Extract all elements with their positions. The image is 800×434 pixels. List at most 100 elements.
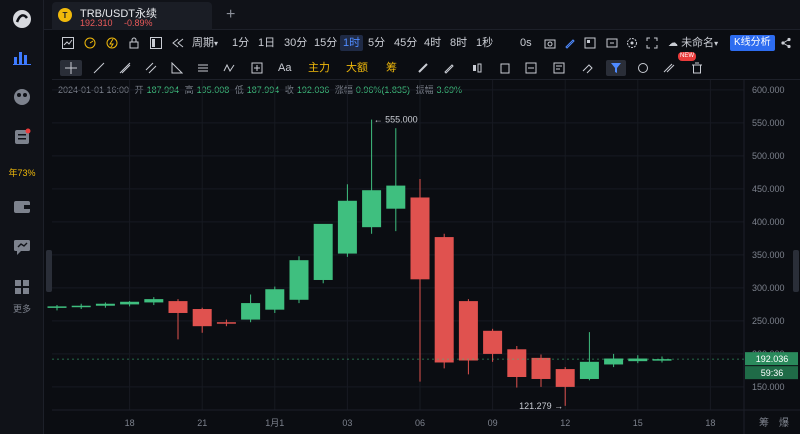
- interval-1s[interactable]: 1秒: [476, 35, 493, 51]
- countdown-label: 59:36: [761, 368, 784, 378]
- y-tick-label: 500.000: [752, 151, 785, 161]
- rewind-icon[interactable]: [170, 35, 186, 51]
- compare-icon[interactable]: [604, 35, 620, 51]
- measure-tool-icon[interactable]: [248, 60, 266, 76]
- candle-body: [168, 301, 188, 313]
- x-tick-label: 15: [633, 418, 643, 428]
- candle-body: [628, 358, 648, 362]
- chips-corner-label: 筹: [759, 416, 769, 429]
- crosshair-tool-icon[interactable]: [60, 60, 82, 76]
- tab-trb-usdt[interactable]: T TRB/USDT永续 192.310 -0.89%: [52, 2, 212, 30]
- candle-body: [144, 299, 164, 303]
- candle-body: [337, 200, 357, 254]
- interval-1h[interactable]: 1时: [340, 35, 364, 51]
- x-tick-label: 1月1: [265, 418, 284, 428]
- pencil-icon[interactable]: [562, 35, 578, 51]
- wallet-nav-icon[interactable]: [10, 196, 34, 218]
- y-tick-label: 450.000: [752, 184, 785, 194]
- candle-body: [604, 358, 624, 365]
- speed-icon[interactable]: [82, 35, 98, 51]
- settings-gear-icon[interactable]: [624, 35, 640, 51]
- more-label[interactable]: 更多: [0, 302, 44, 315]
- trash-tool-icon[interactable]: [688, 60, 706, 76]
- ohlc-low-label: 低: [234, 85, 244, 95]
- interval-30m[interactable]: 30分: [284, 35, 307, 51]
- chart-type-icon[interactable]: [60, 35, 76, 51]
- layout-name-selector[interactable]: ☁ 未命名▾: [668, 35, 718, 51]
- y-tick-label: 600.000: [752, 85, 785, 95]
- camera-icon[interactable]: [542, 35, 558, 51]
- ohlc-date: 2024-01-01 16:00: [58, 85, 130, 95]
- chart-nav-icon[interactable]: [10, 46, 34, 68]
- flash-icon[interactable]: [104, 35, 120, 51]
- social-nav-icon[interactable]: [10, 86, 34, 108]
- kline-analysis-button[interactable]: K线分析: [730, 35, 775, 51]
- y-tick-label: 400.000: [752, 217, 785, 227]
- message-nav-icon[interactable]: [10, 236, 34, 258]
- ohlc-high-label: 高: [184, 85, 194, 95]
- interval-1m[interactable]: 1分: [232, 35, 249, 51]
- candle-body: [313, 223, 333, 280]
- x-tick-label: 18: [125, 418, 135, 428]
- ohlc-open-label: 开: [134, 85, 144, 95]
- interval-45m[interactable]: 45分: [394, 35, 417, 51]
- wave-tool-icon[interactable]: [220, 60, 238, 76]
- tab-change: -0.89%: [124, 18, 153, 28]
- cloud-icon: ☁: [668, 38, 678, 49]
- candle-body: [47, 306, 67, 308]
- clipboard-tool-icon[interactable]: [496, 60, 514, 76]
- y-tick-label: 350.000: [752, 250, 785, 260]
- candle-body: [579, 361, 599, 379]
- ray-tool-icon[interactable]: [116, 60, 134, 76]
- brush-tool-icon[interactable]: [440, 60, 458, 76]
- pitchfork-tool-icon[interactable]: [168, 60, 186, 76]
- magnet-tool-icon[interactable]: [522, 60, 540, 76]
- collapse-left-handle[interactable]: [46, 250, 52, 292]
- ruler-tool-icon[interactable]: [414, 60, 432, 76]
- template-icon[interactable]: [582, 35, 598, 51]
- candle-tool-icon[interactable]: [468, 60, 486, 76]
- countdown-toggle[interactable]: 0s: [520, 35, 532, 51]
- eye-tool-icon[interactable]: [660, 60, 678, 76]
- layout-icon[interactable]: [148, 35, 164, 51]
- interval-1d[interactable]: 1日: [258, 35, 275, 51]
- text-tool[interactable]: Aa: [278, 60, 291, 76]
- fib-tool-icon[interactable]: [194, 60, 212, 76]
- note-tool-icon[interactable]: [550, 60, 568, 76]
- sync-tool-icon[interactable]: [634, 60, 652, 76]
- trend-line-tool-icon[interactable]: [90, 60, 108, 76]
- chips-tool[interactable]: 筹: [386, 60, 397, 76]
- main-force-tool[interactable]: 主力: [308, 60, 330, 76]
- collapse-right-handle[interactable]: [793, 250, 799, 292]
- eraser-tool-icon[interactable]: [578, 60, 596, 76]
- interval-15m[interactable]: 15分: [314, 35, 337, 51]
- large-order-tool[interactable]: 大额: [346, 60, 368, 76]
- candle-body: [71, 305, 91, 308]
- tab-price: 192.310: [80, 18, 113, 28]
- candle-body: [434, 237, 454, 363]
- interval-5m[interactable]: 5分: [368, 35, 385, 51]
- channel-tool-icon[interactable]: [142, 60, 160, 76]
- ohlc-change: 0.96%(1.835): [355, 85, 410, 95]
- interval-4h[interactable]: 4时: [424, 35, 441, 51]
- app-logo-icon[interactable]: [10, 8, 34, 30]
- candle-body: [362, 190, 382, 228]
- add-tab-icon[interactable]: +: [226, 6, 235, 24]
- candle-body: [95, 303, 115, 306]
- more-apps-icon[interactable]: [10, 276, 34, 298]
- countdown-tag-bg: [745, 366, 798, 380]
- tab-bar: T TRB/USDT永续 192.310 -0.89% +: [44, 0, 800, 30]
- period-selector[interactable]: 周期▾: [192, 35, 218, 51]
- chevron-down-icon: ▾: [214, 39, 219, 48]
- x-tick-label: 21: [197, 418, 207, 428]
- filter-tool-icon[interactable]: [606, 60, 626, 76]
- interval-8h[interactable]: 8时: [450, 35, 467, 51]
- last-price-label: 192.036: [756, 354, 789, 364]
- news-nav-icon[interactable]: [10, 126, 34, 148]
- lock-icon[interactable]: [126, 35, 142, 51]
- candle-body: [241, 303, 261, 320]
- fullscreen-icon[interactable]: [644, 35, 660, 51]
- share-icon[interactable]: [778, 35, 794, 51]
- promo-label[interactable]: 年73%: [0, 166, 44, 179]
- toolbar-drawing: Aa 主力 大额 筹 NEW: [52, 52, 800, 80]
